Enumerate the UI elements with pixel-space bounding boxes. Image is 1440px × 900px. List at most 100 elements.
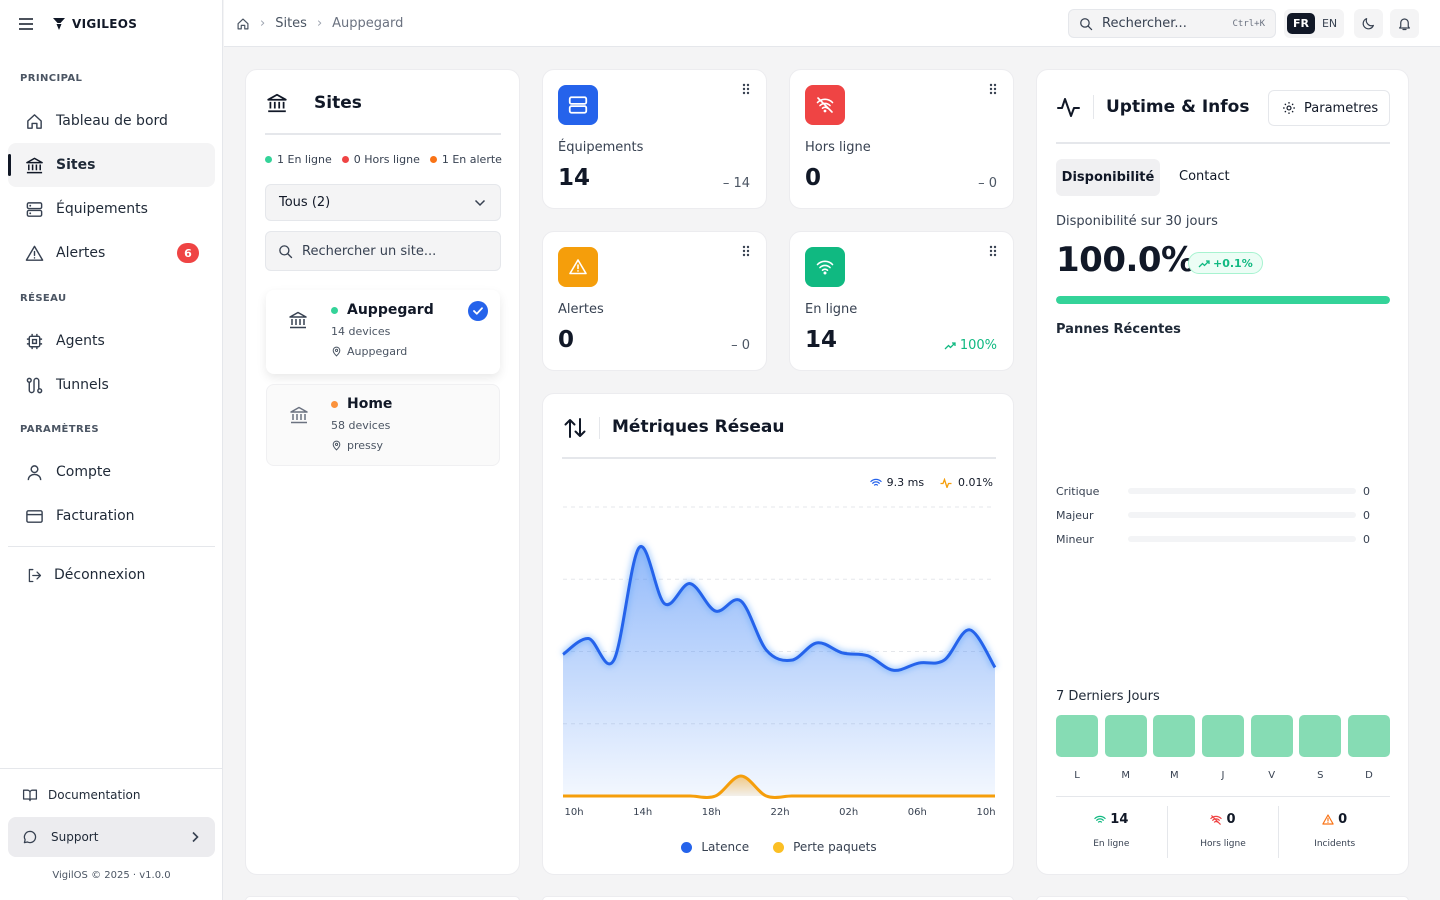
- chevron-right-icon: [191, 831, 199, 843]
- day-cell[interactable]: L: [1056, 715, 1098, 781]
- selected-check-icon: [468, 301, 488, 321]
- uptime-title: Uptime & Infos: [1106, 97, 1250, 117]
- sites-filter-select[interactable]: Tous (2): [265, 184, 501, 221]
- logout-button[interactable]: Déconnexion: [8, 553, 215, 597]
- nav-compte[interactable]: Compte: [8, 450, 215, 494]
- drag-handle-icon[interactable]: [989, 245, 997, 257]
- site-status-dot-icon: [331, 307, 338, 314]
- day-cell[interactable]: D: [1347, 715, 1390, 781]
- uptime-trend-badge: +0.1%: [1188, 252, 1263, 274]
- legend-offline: 0 Hors ligne: [341, 153, 420, 166]
- sidebar-divider: [8, 546, 215, 547]
- home-icon: [24, 111, 44, 131]
- book-icon: [20, 785, 40, 805]
- global-search-input[interactable]: Rechercher... Ctrl+K: [1068, 9, 1276, 38]
- cpu-icon: [24, 331, 44, 351]
- legend-loss[interactable]: Perte paquets: [773, 840, 877, 854]
- warning-icon: [1322, 814, 1334, 825]
- stat-label: Alertes: [558, 302, 604, 317]
- stat-value: 14: [805, 327, 838, 353]
- partial-card: [542, 896, 1014, 900]
- lang-en-button[interactable]: EN: [1322, 17, 1337, 30]
- day-status-box: [1299, 715, 1342, 757]
- breadcrumb-separator-icon: ›: [260, 16, 266, 31]
- breadcrumb-separator-icon: ›: [316, 16, 323, 31]
- sites-panel-divider: [265, 133, 501, 135]
- summary-online: 14 En ligne: [1056, 806, 1168, 858]
- section-reseau: RÉSEAU: [20, 293, 67, 304]
- nav-alertes[interactable]: Alertes 6: [8, 231, 215, 275]
- home-crumb-icon[interactable]: [236, 17, 250, 31]
- theme-toggle-button[interactable]: [1354, 9, 1383, 38]
- global-search-placeholder: Rechercher...: [1102, 16, 1187, 31]
- credit-card-icon: [24, 506, 44, 526]
- day-cell[interactable]: M: [1153, 715, 1196, 781]
- nav-sites[interactable]: Sites: [8, 143, 215, 187]
- nav-facturation[interactable]: Facturation: [8, 494, 215, 538]
- brand-logo[interactable]: VIGILEOS: [53, 17, 137, 31]
- language-switch[interactable]: FR EN: [1284, 9, 1344, 38]
- summary-row: 14 En ligne 0 Hors ligne 0 Incidents: [1056, 806, 1390, 858]
- nav-tunnels[interactable]: Tunnels: [8, 363, 215, 407]
- stat-value: 0: [805, 165, 822, 191]
- lang-fr-button[interactable]: FR: [1287, 13, 1315, 34]
- nav-dashboard-label: Tableau de bord: [56, 113, 168, 129]
- stat-delta: – 14: [722, 176, 750, 191]
- settings-button[interactable]: Parametres: [1268, 90, 1390, 126]
- day-cell[interactable]: V: [1250, 715, 1293, 781]
- search-icon: [1079, 17, 1093, 31]
- severity-label: Mineur: [1056, 532, 1094, 546]
- logout-icon: [24, 565, 44, 585]
- metrics-chart[interactable]: 10h 14h 18h 22h 02h 06h 10h: [543, 394, 1015, 876]
- sidebar-header: VIGILEOS: [0, 0, 222, 47]
- nav-equipements[interactable]: Équipements: [8, 187, 215, 231]
- documentation-label: Documentation: [48, 788, 141, 802]
- metrics-panel: Métriques Réseau 9.3 ms 0.01% 10h 14h 18h 2…: [542, 393, 1014, 875]
- logout-label: Déconnexion: [54, 567, 146, 583]
- site-name: Auppegard: [347, 302, 434, 318]
- day-cell[interactable]: M: [1104, 715, 1147, 781]
- site-card-home[interactable]: Home 58 devices pressy: [266, 384, 500, 466]
- gear-icon: [1282, 101, 1296, 115]
- day-status-box: [1201, 715, 1244, 757]
- site-search-input[interactable]: Rechercher un site...: [265, 231, 501, 271]
- sites-panel-title: Sites: [314, 93, 362, 113]
- alertes-count-badge: 6: [177, 243, 199, 263]
- tab-contact[interactable]: Contact: [1179, 169, 1230, 184]
- breadcrumb-sites[interactable]: Sites: [275, 16, 307, 31]
- documentation-link[interactable]: Documentation: [8, 774, 215, 816]
- drag-handle-icon[interactable]: [742, 83, 750, 95]
- tab-disponibilite[interactable]: Disponibilité: [1056, 159, 1160, 196]
- sidebar: VIGILEOS PRINCIPAL Tableau de bord Sites…: [0, 0, 223, 900]
- day-cell[interactable]: J: [1201, 715, 1244, 781]
- day-cell[interactable]: S: [1299, 715, 1342, 781]
- notifications-button[interactable]: [1390, 9, 1419, 38]
- search-shortcut-hint: Ctrl+K: [1232, 18, 1265, 29]
- day-label: V: [1268, 770, 1276, 781]
- nav-agents[interactable]: Agents: [8, 319, 215, 363]
- brand-name: VIGILEOS: [72, 16, 138, 31]
- x-tick-label: 06h: [908, 807, 927, 818]
- activity-icon: [1057, 96, 1081, 118]
- section-parametres: PARAMÈTRES: [20, 424, 99, 435]
- legend-latency[interactable]: Latence: [681, 840, 749, 854]
- brand-mark-icon: [53, 17, 65, 30]
- uptime-divider: [1056, 142, 1390, 144]
- uptime-trend-value: +0.1%: [1213, 256, 1253, 270]
- site-card-auppegard[interactable]: Auppegard 14 devices Auppegard: [266, 290, 500, 374]
- day-status-box: [1056, 715, 1098, 757]
- nav-tunnels-label: Tunnels: [56, 377, 109, 393]
- nav-dashboard[interactable]: Tableau de bord: [8, 99, 215, 143]
- drag-handle-icon[interactable]: [989, 83, 997, 95]
- menu-icon[interactable]: [19, 17, 33, 30]
- top-bar: › Sites › Auppegard Rechercher... Ctrl+K…: [224, 0, 1440, 47]
- stat-delta-value: 100%: [959, 338, 997, 353]
- map-pin-icon: [331, 440, 342, 451]
- uptime-value: 100.0%: [1056, 240, 1195, 280]
- drag-handle-icon[interactable]: [742, 245, 750, 257]
- stat-label: Équipements: [558, 140, 644, 155]
- uptime-panel: Uptime & Infos Parametres Disponibilité …: [1036, 69, 1409, 875]
- support-button[interactable]: Support: [8, 817, 215, 857]
- day-status-box: [1347, 715, 1390, 757]
- stat-value: 14: [558, 165, 591, 191]
